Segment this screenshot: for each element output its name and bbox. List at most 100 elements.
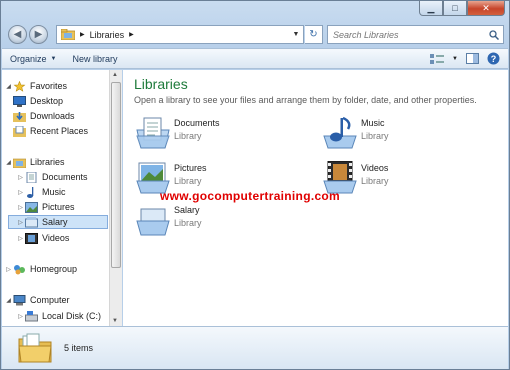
recent-places-icon [13, 125, 26, 137]
breadcrumb[interactable]: ▶ Libraries ▶ [80, 30, 134, 40]
organize-label: Organize [10, 53, 47, 64]
navigation-pane: ◢ Favorites Desktop Downloads Recent Pla… [2, 70, 109, 326]
watermark-text: www.gocomputertraining.com [160, 189, 341, 203]
library-tile-documents[interactable]: Documents Library [135, 116, 220, 152]
change-view-icon[interactable] [430, 53, 445, 64]
caption-buttons: ▁ □ ✕ [419, 1, 505, 17]
item-count: 5 items [64, 343, 94, 353]
nav-favorites-label: Favorites [30, 81, 68, 91]
collapsed-arrow-icon[interactable]: ▷ [4, 266, 13, 273]
salary-library-icon [25, 216, 38, 227]
library-name: Music [361, 118, 385, 128]
svg-text:?: ? [491, 54, 497, 64]
help-icon[interactable]: ? [487, 52, 500, 65]
new-library-label: New library [72, 53, 118, 64]
downloads-icon [13, 111, 26, 122]
breadcrumb-libraries[interactable]: Libraries [90, 30, 125, 40]
nav-videos[interactable]: ▷ Videos [16, 231, 69, 245]
nav-downloads[interactable]: Downloads [13, 109, 75, 123]
content-pane: Libraries Open a library to see your fil… [123, 70, 508, 326]
nav-documents-label: Documents [42, 172, 88, 182]
nav-pictures[interactable]: ▷ Pictures [16, 200, 75, 214]
navigation-scrollbar[interactable]: ▲ ▼ [109, 70, 122, 326]
libraries-folder-icon [61, 29, 75, 40]
search-box[interactable] [327, 25, 504, 44]
pictures-icon [25, 201, 38, 213]
library-tile-music[interactable]: Music Library [322, 116, 389, 152]
organize-button[interactable]: Organize ▼ [2, 54, 64, 64]
forward-arrow-icon: ▶ [34, 29, 43, 40]
command-bar: Organize ▼ New library ▼ ? [2, 48, 508, 69]
nav-documents[interactable]: ▷ Documents [16, 170, 88, 184]
nav-recent-places[interactable]: Recent Places [13, 124, 88, 138]
scroll-up-arrow-icon[interactable]: ▲ [112, 72, 118, 78]
new-library-button[interactable]: New library [64, 54, 125, 64]
favorites-star-icon [13, 80, 26, 92]
search-input[interactable] [328, 29, 478, 40]
library-name: Videos [361, 163, 389, 173]
collapsed-arrow-icon[interactable]: ▷ [16, 219, 25, 226]
breadcrumb-separator-icon: ▶ [80, 32, 85, 38]
nav-recent-places-label: Recent Places [30, 126, 89, 136]
music-library-icon [323, 116, 357, 149]
collapsed-arrow-icon[interactable]: ▷ [16, 235, 25, 242]
nav-desktop-label: Desktop [30, 96, 64, 106]
desktop-icon [13, 95, 26, 107]
library-tile-salary[interactable]: Salary Library [135, 203, 202, 239]
library-name: Documents [174, 118, 220, 128]
library-name: Pictures [174, 163, 207, 173]
collapsed-arrow-icon[interactable]: ▷ [16, 204, 25, 211]
library-type: Library [174, 176, 202, 186]
breadcrumb-chevron-icon[interactable]: ▶ [129, 31, 134, 38]
close-button[interactable]: ✕ [467, 1, 505, 16]
expanded-arrow-icon[interactable]: ◢ [4, 297, 13, 304]
preview-pane-icon[interactable] [466, 53, 479, 64]
nav-salary[interactable]: ▷ Salary [8, 215, 108, 229]
expanded-arrow-icon[interactable]: ◢ [4, 159, 13, 166]
back-button[interactable]: ◀ [8, 25, 27, 44]
nav-homegroup-label: Homegroup [30, 264, 78, 274]
address-dropdown-button[interactable]: ▼ [289, 31, 303, 38]
address-bar[interactable]: ▶ Libraries ▶ ▼ [56, 25, 304, 44]
computer-icon [13, 294, 26, 305]
nav-desktop[interactable]: Desktop [13, 94, 63, 108]
chevron-down-icon: ▼ [50, 55, 57, 62]
library-name: Salary [174, 205, 200, 215]
nav-favorites[interactable]: ◢ Favorites [4, 79, 67, 93]
nav-music[interactable]: ▷ Music [16, 185, 66, 199]
nav-local-disk-label: Local Disk (C:) [42, 311, 102, 321]
salary-library-icon [136, 208, 170, 236]
local-disk-icon [25, 310, 38, 321]
nav-local-disk[interactable]: ▷ Local Disk (C:) [16, 309, 101, 323]
minimize-button[interactable]: ▁ [419, 1, 443, 16]
nav-computer-label: Computer [30, 295, 70, 305]
explorer-window: ▁ □ ✕ ◀ ▶ ▶ Libraries ▶ ▼ ↻ Organize ▼ [0, 0, 510, 370]
page-subtitle: Open a library to see your files and arr… [134, 95, 477, 105]
videos-icon [25, 232, 38, 244]
nav-downloads-label: Downloads [30, 111, 75, 121]
nav-pictures-label: Pictures [42, 202, 75, 212]
documents-icon [26, 171, 37, 183]
back-arrow-icon: ◀ [13, 29, 22, 40]
homegroup-icon [14, 264, 25, 274]
expanded-arrow-icon[interactable]: ◢ [4, 83, 13, 90]
nav-computer[interactable]: ◢ Computer [4, 293, 70, 307]
nav-libraries-label: Libraries [30, 157, 65, 167]
nav-libraries[interactable]: ◢ Libraries [4, 155, 65, 169]
library-type: Library [174, 131, 202, 141]
view-options-dropdown-icon[interactable]: ▼ [452, 56, 458, 62]
collapsed-arrow-icon[interactable]: ▷ [16, 174, 25, 181]
forward-button[interactable]: ▶ [29, 25, 48, 44]
refresh-button[interactable]: ↻ [305, 25, 323, 44]
collapsed-arrow-icon[interactable]: ▷ [16, 313, 25, 320]
library-type: Library [174, 218, 202, 228]
libraries-folder-icon [18, 333, 52, 363]
search-icon[interactable] [489, 29, 499, 40]
nav-music-label: Music [42, 187, 66, 197]
collapsed-arrow-icon[interactable]: ▷ [16, 189, 25, 196]
details-pane: 5 items [2, 326, 508, 369]
nav-homegroup[interactable]: ▷ Homegroup [4, 262, 77, 276]
scrollbar-thumb[interactable] [111, 82, 121, 268]
scroll-down-arrow-icon[interactable]: ▼ [112, 318, 118, 324]
maximize-button[interactable]: □ [443, 1, 467, 16]
